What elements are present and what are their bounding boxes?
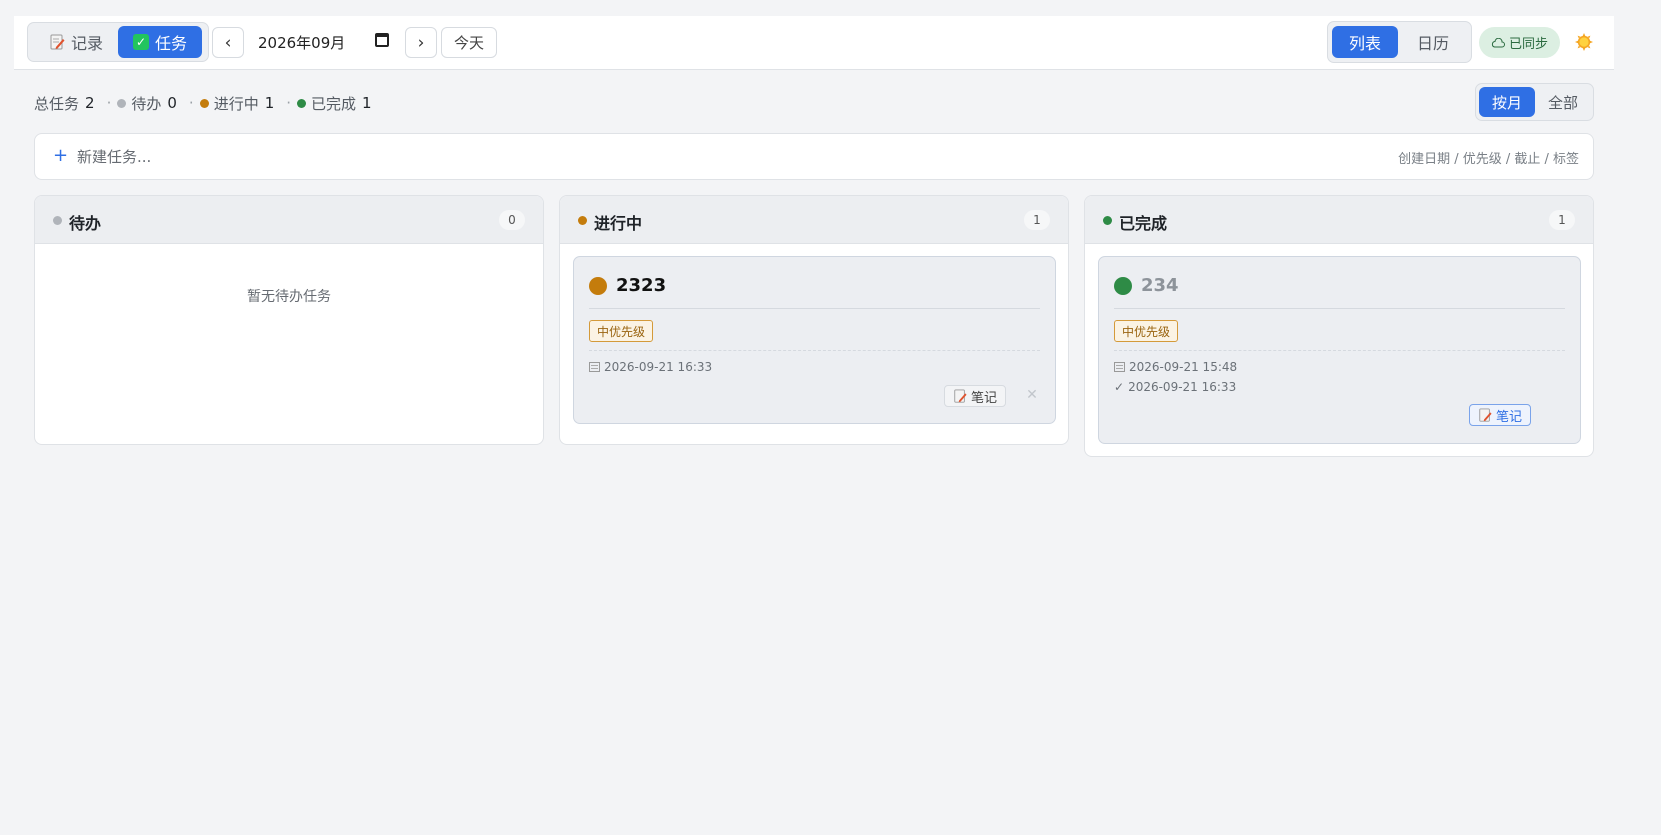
total-label: 总任务 <box>34 94 80 113</box>
completed-date-text: 2026-09-21 16:33 <box>1128 380 1237 394</box>
range-switch: 按月 全部 <box>1475 83 1594 121</box>
memo-icon <box>953 389 967 403</box>
todo-count: 0 <box>167 94 177 112</box>
todo-dot <box>117 98 127 108</box>
all-tab[interactable]: 全部 <box>1535 87 1591 117</box>
column-count-badge: 1 <box>1024 210 1050 230</box>
column-title: 待办 <box>69 214 102 233</box>
column-done: 已完成 1 234 中优先级 2026-09-21 15:48 ✓ 2026-0… <box>1084 195 1594 457</box>
new-task-input[interactable] <box>77 142 1277 172</box>
task-stats: 总任务 2 · 待办 0 · 进行中 1 · 已完成 1 <box>34 92 372 114</box>
tasks-tab-label: 任务 <box>154 34 187 53</box>
column-in-progress: 进行中 1 2323 中优先级 2026-09-21 16:33 笔记 ✕ <box>559 195 1069 445</box>
check-icon: ✓ <box>1114 380 1125 394</box>
records-tab[interactable]: 记录 <box>32 26 120 58</box>
new-icon <box>1114 362 1125 372</box>
cloud-icon <box>1491 37 1505 48</box>
status-toggle[interactable] <box>589 277 607 295</box>
note-button-label: 笔记 <box>971 390 998 406</box>
divider <box>589 350 1040 351</box>
prev-month-button[interactable]: ‹ <box>212 27 244 58</box>
doing-count: 1 <box>264 94 275 112</box>
plus-icon: + <box>53 145 69 166</box>
task-title[interactable]: 2323 <box>616 275 666 296</box>
doing-dot <box>578 216 587 225</box>
divider <box>1114 308 1565 309</box>
column-todo: 待办 0 暂无待办任务 <box>34 195 544 445</box>
note-button[interactable]: 笔记 <box>944 385 1007 407</box>
new-icon <box>589 362 600 372</box>
done-label: 已完成 <box>311 94 357 113</box>
theme-toggle-sun-icon[interactable] <box>1574 32 1594 52</box>
doing-label: 进行中 <box>213 94 259 113</box>
column-title: 进行中 <box>594 214 643 233</box>
delete-icon[interactable]: ✕ <box>1023 386 1041 404</box>
total-count: 2 <box>85 94 95 112</box>
tasks-tab[interactable]: ✓ 任务 <box>118 26 202 58</box>
mode-switch: 记录 ✓ 任务 <box>27 22 209 62</box>
status-toggle[interactable] <box>1114 277 1132 295</box>
month-picker[interactable]: 2026年09月 <box>258 32 345 53</box>
records-tab-label: 记录 <box>70 34 103 53</box>
checkbox-icon: ✓ <box>132 34 149 50</box>
column-header: 进行中 1 <box>560 196 1068 244</box>
calendar-icon[interactable] <box>375 33 389 47</box>
column-header: 已完成 1 <box>1085 196 1593 244</box>
completed-date: ✓ 2026-09-21 16:33 <box>1114 380 1236 394</box>
stats-separator: · <box>106 94 112 112</box>
memo-icon <box>1478 408 1492 422</box>
stats-separator: · <box>286 94 292 112</box>
priority-badge[interactable]: 中优先级 <box>1114 320 1179 342</box>
task-title[interactable]: 234 <box>1141 275 1179 296</box>
column-count-badge: 1 <box>1549 210 1575 230</box>
column-title: 已完成 <box>1119 214 1168 233</box>
todo-dot <box>53 216 62 225</box>
done-dot <box>1103 216 1112 225</box>
task-card[interactable]: 234 中优先级 2026-09-21 15:48 ✓ 2026-09-21 1… <box>1098 256 1581 444</box>
list-view-tab[interactable]: 列表 <box>1332 26 1398 58</box>
column-count-badge: 0 <box>499 210 525 230</box>
next-month-button[interactable]: › <box>405 27 437 58</box>
memo-icon <box>49 34 65 50</box>
today-button[interactable]: 今天 <box>441 27 497 58</box>
by-month-tab[interactable]: 按月 <box>1479 87 1535 117</box>
stats-separator: · <box>188 94 194 112</box>
done-dot <box>297 98 307 108</box>
divider <box>1114 350 1565 351</box>
empty-state-text: 暂无待办任务 <box>247 289 331 305</box>
note-button-label: 笔记 <box>1496 409 1523 425</box>
new-task-bar: + 创建日期 / 优先级 / 截止 / 标签 <box>34 133 1594 180</box>
created-date: 2026-09-21 16:33 <box>589 360 712 374</box>
sync-status-label: 已同步 <box>1508 37 1548 52</box>
calendar-view-tab[interactable]: 日历 <box>1400 26 1466 58</box>
divider <box>589 308 1040 309</box>
new-task-hint: 创建日期 / 优先级 / 截止 / 标签 <box>1398 152 1579 167</box>
created-date: 2026-09-21 15:48 <box>1114 360 1237 374</box>
view-switch: 列表 日历 <box>1327 21 1472 63</box>
doing-dot <box>199 98 209 108</box>
todo-label: 待办 <box>131 94 162 113</box>
note-button[interactable]: 笔记 <box>1469 404 1532 426</box>
top-bar: 记录 ✓ 任务 ‹ 2026年09月 › 今天 列表 日历 已同步 <box>14 16 1614 70</box>
task-card[interactable]: 2323 中优先级 2026-09-21 16:33 笔记 ✕ <box>573 256 1056 424</box>
created-date-text: 2026-09-21 15:48 <box>1129 360 1238 374</box>
column-header: 待办 0 <box>35 196 543 244</box>
priority-badge[interactable]: 中优先级 <box>589 320 654 342</box>
done-count: 1 <box>362 94 372 112</box>
sync-status-badge: 已同步 <box>1479 27 1560 58</box>
created-date-text: 2026-09-21 16:33 <box>604 360 713 374</box>
